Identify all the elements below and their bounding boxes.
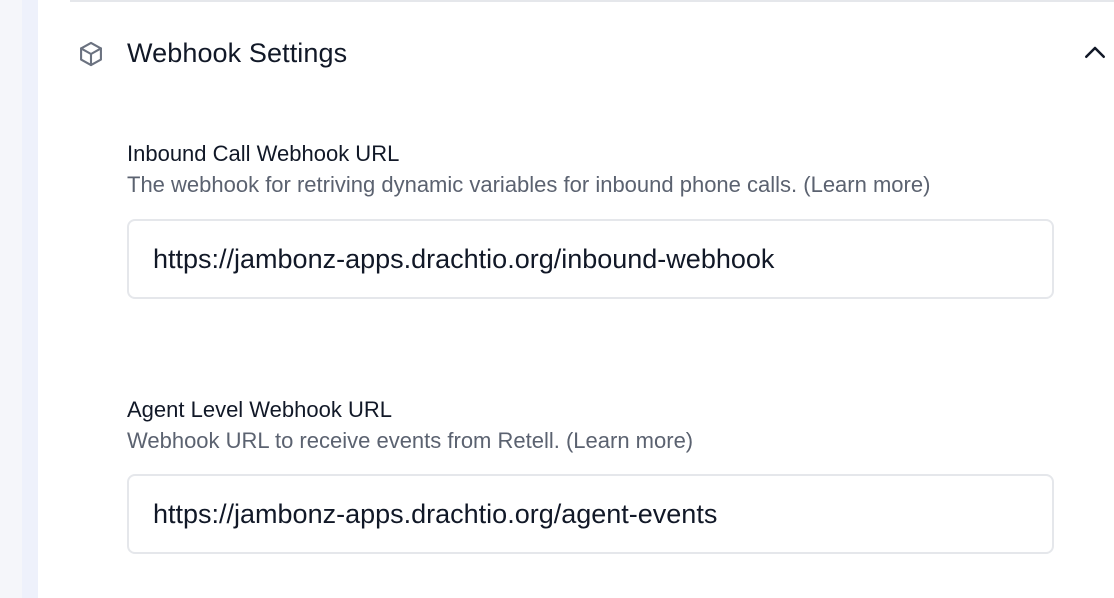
left-rail-accent <box>22 0 38 598</box>
inbound-webhook-input[interactable] <box>127 219 1054 299</box>
agent-webhook-field: Agent Level Webhook URL Webhook URL to r… <box>127 396 1054 554</box>
webhook-settings-header[interactable]: Webhook Settings <box>70 20 1114 90</box>
inbound-webhook-label: Inbound Call Webhook URL <box>127 141 400 166</box>
agent-webhook-label: Agent Level Webhook URL <box>127 397 392 422</box>
top-divider <box>70 0 1114 2</box>
agent-webhook-input[interactable] <box>127 474 1054 554</box>
chevron-up-icon[interactable] <box>1080 38 1110 68</box>
inbound-webhook-field: Inbound Call Webhook URL The webhook for… <box>127 140 1054 299</box>
agent-webhook-description: Webhook URL to receive events from Retel… <box>127 428 694 453</box>
inbound-webhook-description: The webhook for retriving dynamic variab… <box>127 172 931 197</box>
cube-icon <box>77 40 105 68</box>
section-title: Webhook Settings <box>127 38 348 68</box>
left-rail <box>0 0 38 598</box>
